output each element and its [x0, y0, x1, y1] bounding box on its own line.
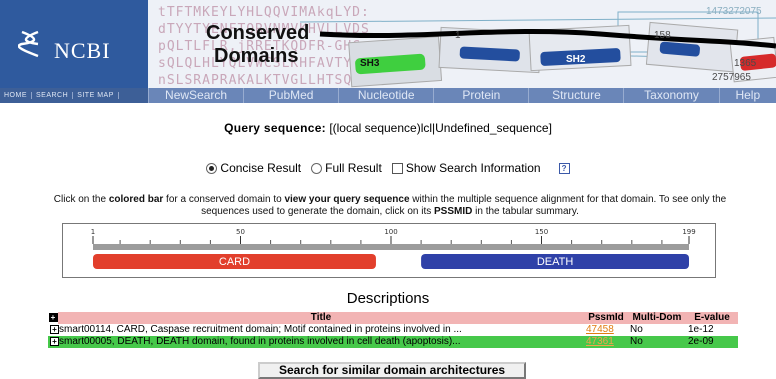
table-row: + smart00114, CARD, Caspase recruitment d…: [48, 324, 738, 336]
col-pssmid[interactable]: PssmId: [584, 312, 628, 324]
ruler-tick-label: 1: [91, 228, 95, 236]
sh2-label: SH2: [566, 54, 586, 65]
nav-home[interactable]: HOME: [0, 92, 32, 99]
show-search-info-option[interactable]: Show Search Information: [391, 161, 541, 175]
nav-pubmed[interactable]: PubMed: [243, 88, 338, 103]
art-number-3: 1473272075: [706, 6, 762, 17]
nav-bar: HOME SEARCH SITE MAP NewSearch PubMed Nu…: [0, 88, 776, 103]
full-result-option[interactable]: Full Result: [311, 161, 382, 175]
nav-structure[interactable]: Structure: [528, 88, 623, 103]
ruler-tick-label: 199: [682, 228, 695, 236]
col-title[interactable]: Title: [58, 312, 584, 324]
row-title[interactable]: smart00005, DEATH, DEATH domain, found i…: [59, 336, 461, 347]
nav-taxonomy[interactable]: Taxonomy: [623, 88, 718, 103]
nav-protein[interactable]: Protein: [433, 88, 528, 103]
row-evalue: 1e-12: [686, 324, 738, 336]
descriptions-table: + Title PssmId Multi-Dom E-value + smart0…: [48, 312, 738, 348]
sh3-label: SH3: [360, 58, 380, 69]
concise-result-option[interactable]: Concise Result: [206, 161, 301, 175]
expand-row-icon[interactable]: +: [50, 324, 59, 334]
small-nav: HOME SEARCH SITE MAP: [0, 88, 148, 103]
row-multidom: No: [628, 324, 686, 336]
query-label: Query sequence:: [224, 121, 326, 135]
help-icon[interactable]: ?: [558, 162, 570, 174]
col-multidom[interactable]: Multi-Dom: [628, 312, 686, 324]
expand-row-icon[interactable]: +: [50, 336, 59, 346]
result-options: Concise Result Full Result Show Search I…: [0, 161, 776, 175]
ruler-tick-label: 100: [384, 228, 397, 236]
table-row: + smart00005, DEATH, DEATH domain, found …: [48, 336, 738, 348]
col-evalue[interactable]: E-value: [686, 312, 738, 324]
nav-newsearch[interactable]: NewSearch: [148, 88, 243, 103]
collapse-all-icon[interactable]: +: [48, 312, 58, 322]
table-header: + Title PssmId Multi-Dom E-value: [48, 312, 738, 324]
row-multidom: No: [628, 336, 686, 348]
query-value: [(local sequence)lcl|Undefined_sequence]: [329, 121, 552, 135]
art-number-5: 2757965: [712, 72, 751, 83]
concise-radio[interactable]: [206, 162, 218, 174]
nav-help[interactable]: Help: [718, 88, 776, 103]
full-radio[interactable]: [311, 162, 323, 174]
domain-graphic: 1 50 100 150 199 CARD DEATH: [62, 223, 716, 278]
ruler-tick-label: 150: [535, 228, 548, 236]
ncbi-logo-text: NCBI: [54, 38, 111, 63]
row-evalue: 2e-09: [686, 336, 738, 348]
conserved-domains-title: Conserved Domains: [206, 22, 310, 67]
domain-bar-label: CARD: [219, 256, 250, 268]
ruler-tick-label: 50: [236, 228, 245, 236]
query-sequence: Query sequence: [(local sequence)lcl|Und…: [0, 121, 776, 135]
nav-search[interactable]: SEARCH: [32, 92, 74, 99]
show-info-checkbox[interactable]: [391, 162, 403, 174]
row-pssmid-link[interactable]: 47458: [586, 324, 614, 335]
search-similar-architectures-button[interactable]: Search for similar domain architectures: [258, 362, 526, 379]
ncbi-logo[interactable]: NCBI: [0, 0, 148, 88]
row-title[interactable]: smart00114, CARD, Caspase recruitment do…: [59, 324, 462, 335]
art-number-1: 1: [455, 30, 461, 41]
nav-nucleotide[interactable]: Nucleotide: [338, 88, 433, 103]
art-number-4: 1365: [734, 58, 757, 69]
helix-icon: [18, 30, 39, 58]
row-pssmid-link[interactable]: 47361: [586, 336, 614, 347]
header-banner: tTFTMKEYLYHLQQVIMAkqLYD: dTYYTYENFTQRVNMV…: [0, 0, 776, 88]
nav-site-map[interactable]: SITE MAP: [73, 92, 119, 99]
art-number-2: 158: [654, 30, 671, 41]
domain-bar-label: DEATH: [537, 256, 574, 268]
descriptions-heading: Descriptions: [346, 290, 430, 307]
domain-ruler: 1 50 100 150 199CARD DEATH: [91, 228, 696, 269]
domain-art-graphic: [300, 11, 776, 88]
ruler-axis: [93, 244, 689, 250]
main-nav: NewSearch PubMed Nucleotide Protein Stru…: [148, 88, 776, 103]
instructions-text: Click on the colored bar for a conserved…: [53, 194, 727, 217]
